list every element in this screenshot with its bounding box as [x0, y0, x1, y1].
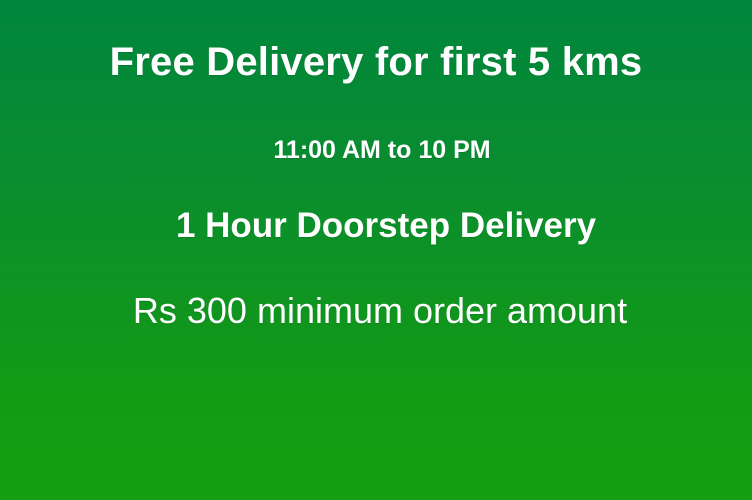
delivery-speed-text: 1 Hour Doorstep Delivery	[175, 206, 597, 245]
free-delivery-headline: Free Delivery for first 5 kms	[109, 40, 643, 84]
delivery-info-banner: Free Delivery for first 5 kms 11:00 AM t…	[0, 0, 752, 500]
delivery-hours: 11:00 AM to 10 PM	[273, 136, 491, 164]
minimum-order-text: Rs 300 minimum order amount	[132, 290, 628, 331]
